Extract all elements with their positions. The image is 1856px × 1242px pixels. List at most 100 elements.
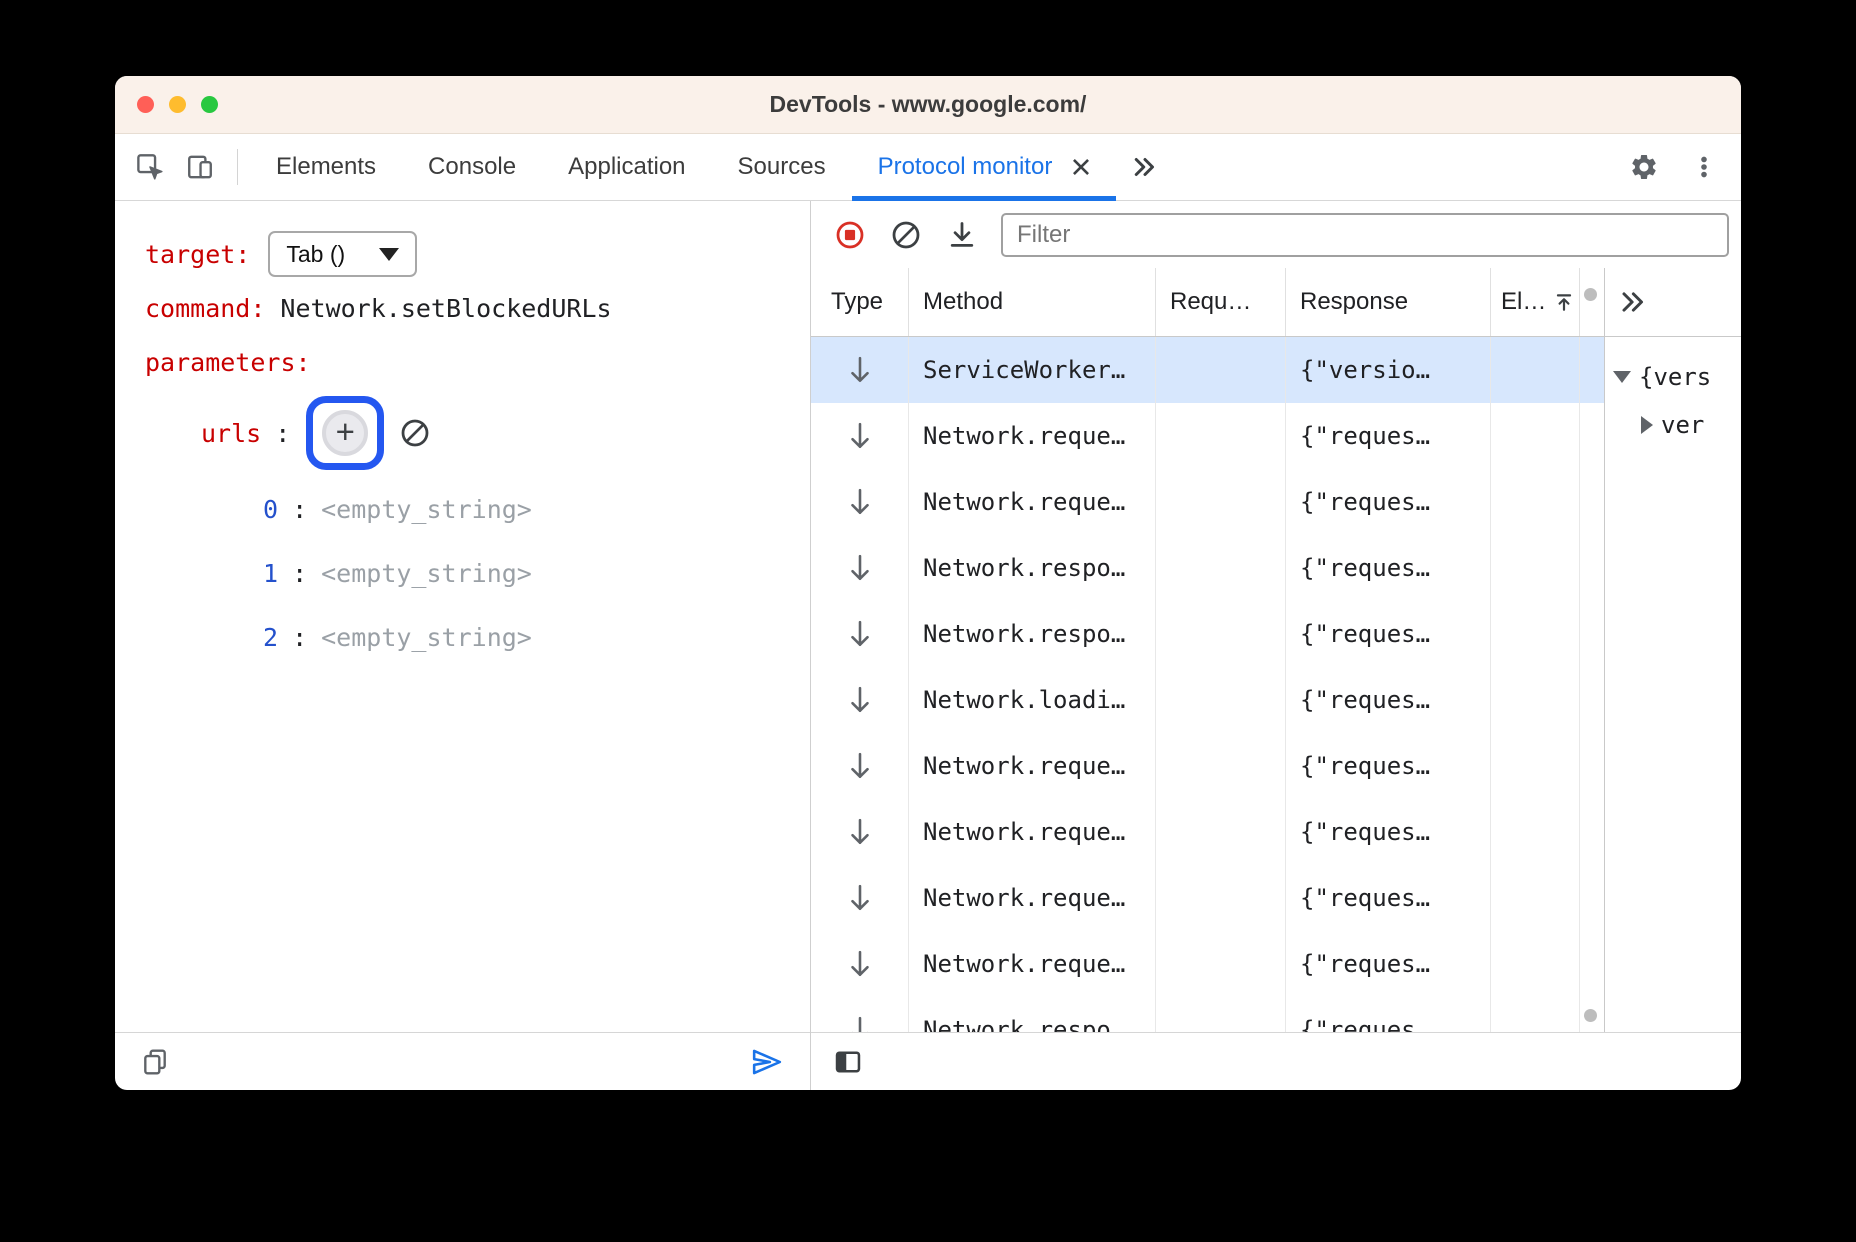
table-row[interactable]: Network.reque… {"reques…: [811, 733, 1604, 799]
received-arrow-icon: [848, 685, 872, 715]
table-row[interactable]: Network.reque… {"reques…: [811, 403, 1604, 469]
row-request: [1156, 601, 1286, 667]
toggle-sidebar-button[interactable]: [833, 1047, 863, 1077]
device-toolbar-button[interactable]: [175, 134, 225, 200]
tab-application[interactable]: Application: [542, 134, 711, 200]
table-row[interactable]: ServiceWorker… {"versio…: [811, 337, 1604, 403]
parameters-row: parameters:: [145, 335, 810, 389]
item-value[interactable]: <empty_string>: [321, 623, 532, 652]
monitor-table-body: ServiceWorker… {"versio… Network.reque… …: [811, 337, 1604, 1032]
item-value[interactable]: <empty_string>: [321, 495, 532, 524]
save-log-button[interactable]: [939, 212, 985, 258]
chevron-double-right-icon: [1130, 152, 1160, 182]
row-method: Network.reque…: [909, 733, 1156, 799]
received-arrow-icon: [848, 619, 872, 649]
row-gutter: [1580, 601, 1604, 667]
response-tree: {vers ver: [1605, 337, 1741, 449]
block-icon: [400, 418, 430, 448]
tab-label: Console: [428, 153, 516, 181]
devtools-window: DevTools - www.google.com/ Elements: [115, 76, 1741, 1090]
table-row[interactable]: Network.respo… {"reques…: [811, 997, 1604, 1032]
window-title: DevTools - www.google.com/: [770, 91, 1087, 118]
row-gutter: [1580, 403, 1604, 469]
row-type-cell: [811, 337, 909, 403]
main-content: target: Tab () command: Network.setBlock…: [115, 201, 1741, 1090]
more-tabs-button[interactable]: [1116, 134, 1174, 200]
device-toolbar-icon: [186, 153, 214, 181]
target-select[interactable]: Tab (): [268, 231, 417, 277]
row-type-cell: [811, 535, 909, 601]
url-item-row[interactable]: 2 : <empty_string>: [145, 605, 810, 669]
row-method: Network.respo…: [909, 601, 1156, 667]
table-row[interactable]: Network.loadi… {"reques…: [811, 667, 1604, 733]
row-elapsed: [1491, 667, 1580, 733]
tab-console[interactable]: Console: [402, 134, 542, 200]
row-gutter: [1580, 667, 1604, 733]
tab-sources[interactable]: Sources: [712, 134, 852, 200]
tree-node-root[interactable]: {vers: [1613, 353, 1741, 401]
inspect-cursor-icon: [136, 153, 164, 181]
table-row[interactable]: Network.reque… {"reques…: [811, 931, 1604, 997]
row-type-cell: [811, 997, 909, 1032]
kebab-menu-icon: [1690, 153, 1718, 181]
table-row[interactable]: Network.reque… {"reques…: [811, 865, 1604, 931]
received-arrow-icon: [848, 817, 872, 847]
column-header-response[interactable]: Response: [1286, 268, 1491, 336]
inspect-element-button[interactable]: [125, 134, 175, 200]
table-row[interactable]: Network.reque… {"reques…: [811, 469, 1604, 535]
add-url-button[interactable]: +: [322, 410, 368, 456]
column-header-method[interactable]: Method: [909, 268, 1156, 336]
tab-protocol-monitor[interactable]: Protocol monitor: [852, 134, 1117, 200]
send-command-button[interactable]: [750, 1048, 784, 1076]
row-elapsed: [1491, 733, 1580, 799]
traffic-lights: [137, 76, 218, 133]
table-row[interactable]: Network.respo… {"reques…: [811, 535, 1604, 601]
received-arrow-icon: [848, 487, 872, 517]
tree-node-child[interactable]: ver: [1613, 401, 1741, 449]
target-label: target:: [145, 240, 250, 269]
scrollbar-thumb-top[interactable]: [1584, 288, 1597, 301]
menu-button[interactable]: [1679, 153, 1729, 181]
row-method: Network.reque…: [909, 469, 1156, 535]
scrollbar-thumb-bottom[interactable]: [1584, 1009, 1597, 1022]
row-type-cell: [811, 733, 909, 799]
tab-elements[interactable]: Elements: [250, 134, 402, 200]
row-response: {"reques…: [1286, 865, 1491, 931]
filter-input[interactable]: [1001, 213, 1729, 257]
protocol-monitor-pane: Type Method Requ… Response El…: [811, 201, 1741, 1090]
url-item-row[interactable]: 0 : <empty_string>: [145, 477, 810, 541]
table-row[interactable]: Network.reque… {"reques…: [811, 799, 1604, 865]
monitor-body: Type Method Requ… Response El…: [811, 268, 1741, 1032]
details-sidebar: {vers ver: [1604, 268, 1741, 1032]
received-arrow-icon: [848, 355, 872, 385]
record-toggle-button[interactable]: [827, 212, 873, 258]
row-gutter: [1580, 799, 1604, 865]
column-header-elapsed[interactable]: El…: [1491, 268, 1580, 336]
row-request: [1156, 733, 1286, 799]
close-tab-button[interactable]: [1072, 158, 1090, 176]
delete-all-urls-button[interactable]: [400, 418, 430, 448]
item-value[interactable]: <empty_string>: [321, 559, 532, 588]
row-type-cell: [811, 601, 909, 667]
column-header-type[interactable]: Type: [811, 268, 909, 336]
clear-all-button[interactable]: [883, 212, 929, 258]
row-gutter: [1580, 535, 1604, 601]
item-index: 0: [263, 495, 278, 524]
urls-row: urls : +: [145, 389, 810, 477]
minimize-window-button[interactable]: [169, 96, 186, 113]
maximize-window-button[interactable]: [201, 96, 218, 113]
panel-left-icon: [833, 1047, 863, 1077]
url-item-row[interactable]: 1 : <empty_string>: [145, 541, 810, 605]
expand-sidebar-button[interactable]: [1619, 287, 1649, 317]
settings-button[interactable]: [1619, 152, 1669, 182]
row-method: Network.reque…: [909, 865, 1156, 931]
row-method: Network.reque…: [909, 931, 1156, 997]
command-value[interactable]: Network.setBlockedURLs: [280, 294, 611, 323]
copy-command-button[interactable]: [141, 1048, 169, 1076]
row-response: {"reques…: [1286, 601, 1491, 667]
plus-icon: +: [336, 415, 355, 448]
table-row[interactable]: Network.respo… {"reques…: [811, 601, 1604, 667]
row-method: Network.loadi…: [909, 667, 1156, 733]
close-window-button[interactable]: [137, 96, 154, 113]
column-header-request[interactable]: Requ…: [1156, 268, 1286, 336]
